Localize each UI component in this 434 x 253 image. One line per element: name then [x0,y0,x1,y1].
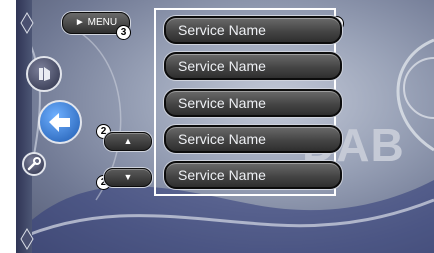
source-select-button[interactable] [26,56,62,92]
service-item-label: Service Name [178,58,266,74]
service-item[interactable]: Service Name [164,89,342,117]
menu-arrow-icon: ► [74,17,85,28]
left-rail [16,0,32,253]
service-item-label: Service Name [178,95,266,111]
scroll-down-button[interactable]: ▼ [104,168,152,187]
service-item[interactable]: Service Name [164,125,342,153]
service-item[interactable]: Service Name [164,161,342,189]
back-arrow-icon [49,113,70,132]
service-item-label: Service Name [178,167,266,183]
service-item-label: Service Name [178,22,266,38]
scroll-up-icon: ▲ [123,136,133,146]
setup-button[interactable] [22,152,46,176]
callout-3: 3 [116,25,131,40]
scroll-up-button[interactable]: ▲ [104,132,152,151]
diamond-down-icon[interactable] [20,228,34,250]
scroll-down-icon: ▼ [123,172,133,182]
menu-label: MENU [87,17,118,28]
back-button[interactable] [38,100,82,144]
dab-screen: DAB ► MENU 3 2 ▲ 2 ▼ 1 S [16,0,434,253]
service-item[interactable]: Service Name [164,16,342,44]
service-item-label: Service Name [178,131,266,147]
diamond-up-icon[interactable] [20,12,34,34]
source-select-icon [39,67,50,81]
wrench-icon [27,157,41,171]
service-item[interactable]: Service Name [164,52,342,80]
